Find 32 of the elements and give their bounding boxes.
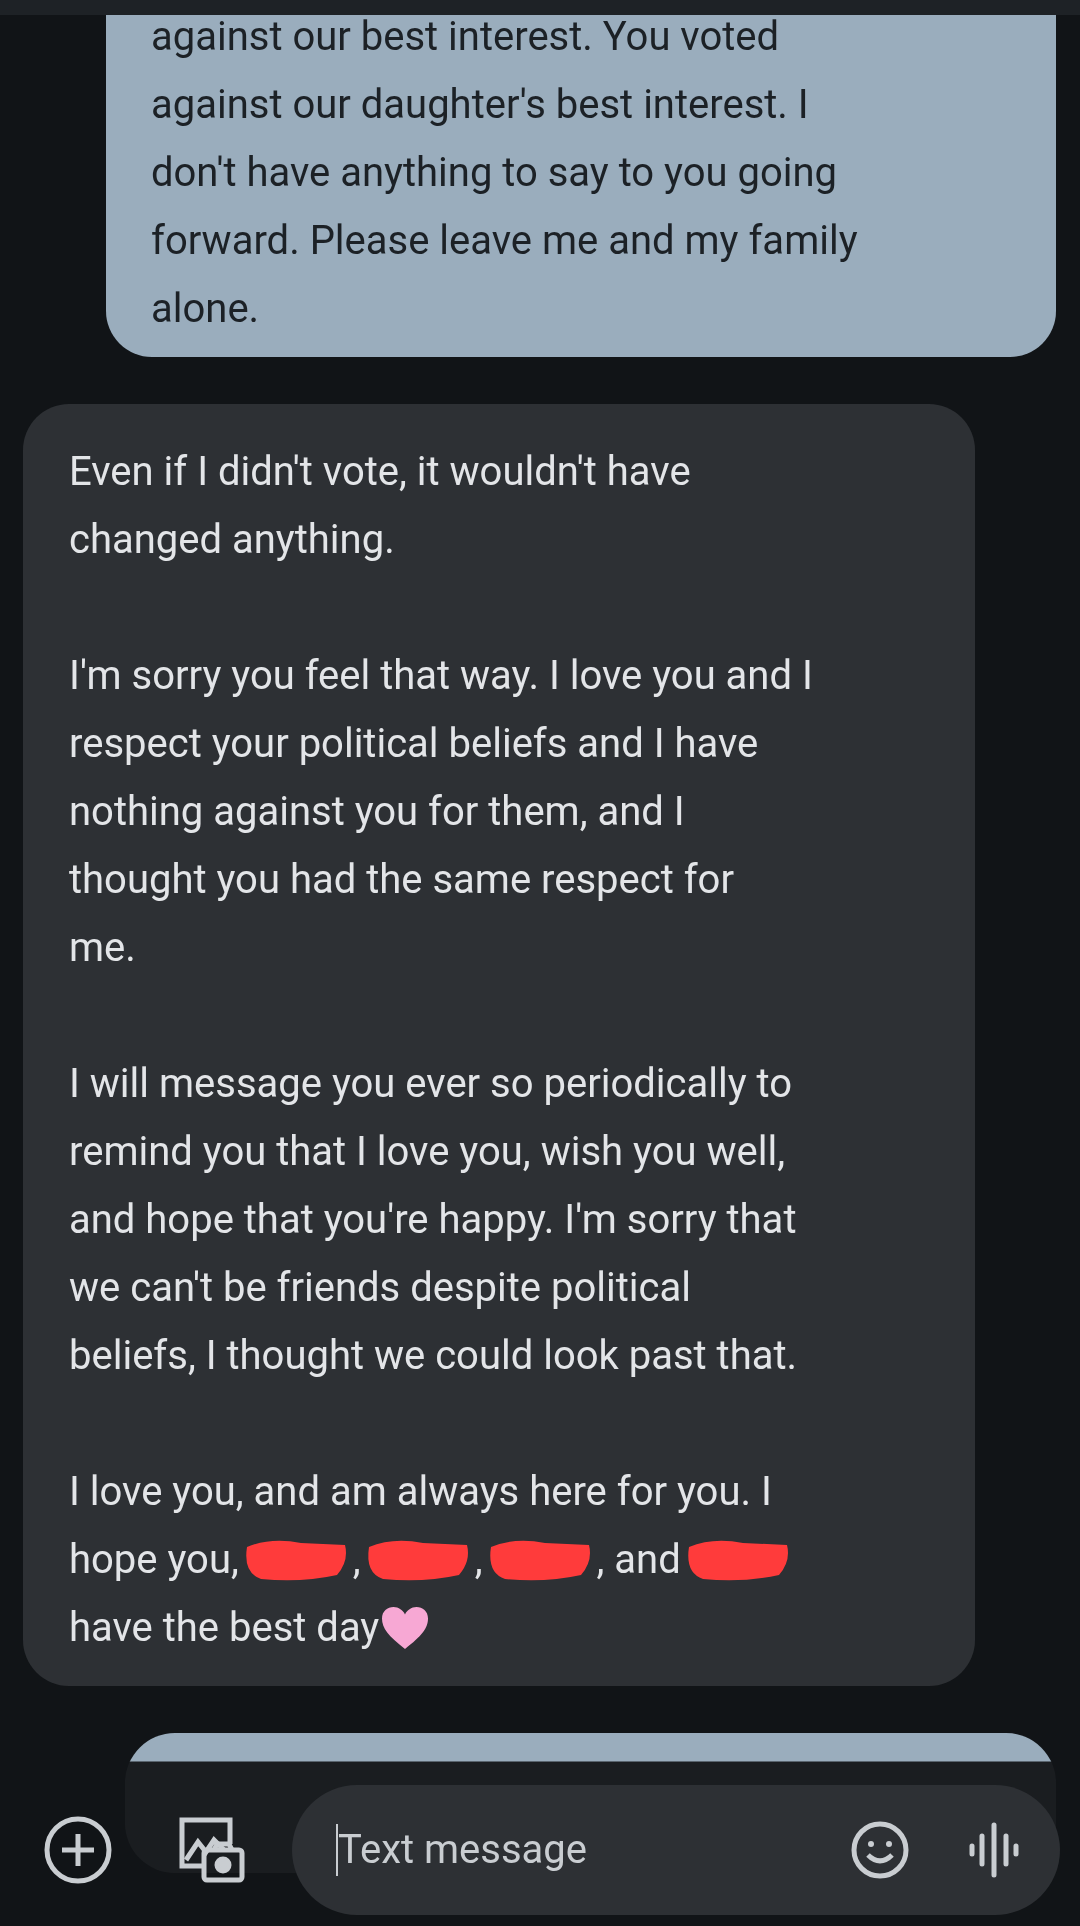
composer-bar[interactable]: Text message [292, 1785, 1060, 1915]
message-text: me. [69, 923, 137, 973]
message-text: forward. Please leave me and my family [151, 216, 859, 266]
message-text: nothing against you for them, and I [69, 787, 686, 837]
message-text: don't have anything to say to you going [151, 148, 839, 198]
message-text: remind you that I love you, wish you well, [69, 1127, 787, 1177]
message-text: have the best day [69, 1603, 380, 1653]
message-text: I'm sorry you feel that way. I love you and I [69, 651, 814, 701]
message-text: alone. [151, 284, 261, 334]
message-text: we can't be friends despite political [69, 1263, 692, 1313]
message-text: I love you, and am always here for you. I [69, 1467, 773, 1517]
message-text: and hope that you're happy. I'm sorry that [69, 1195, 798, 1245]
emoji-button[interactable] [850, 1820, 910, 1880]
message-text: hope you, [69, 1535, 239, 1585]
message-text: Even if I didn't vote, it wouldn't have [69, 447, 692, 497]
voice-button[interactable] [968, 1820, 1020, 1880]
message-text: , [352, 1535, 361, 1585]
message-text: , and [596, 1535, 681, 1585]
message-text: , [474, 1535, 483, 1585]
add-button[interactable] [44, 1815, 112, 1885]
message-text: against our daughter's best interest. I [151, 80, 810, 130]
message-text: respect your political beliefs and I have [69, 719, 760, 769]
message-text: changed anything. [69, 515, 396, 565]
smiley-icon [851, 1821, 909, 1879]
message-text: I will message you ever so periodically to [69, 1059, 793, 1109]
add-icon [44, 1816, 112, 1884]
message-input-field[interactable]: Text message [338, 1820, 850, 1880]
sound-wave-icon [969, 1822, 1019, 1878]
gallery-camera-icon [178, 1816, 246, 1884]
message-text: thought you had the same respect for [69, 855, 735, 905]
message-text: beliefs, I thought we could look past that. [69, 1331, 799, 1381]
message-text: against our best interest. You voted [151, 15, 781, 62]
